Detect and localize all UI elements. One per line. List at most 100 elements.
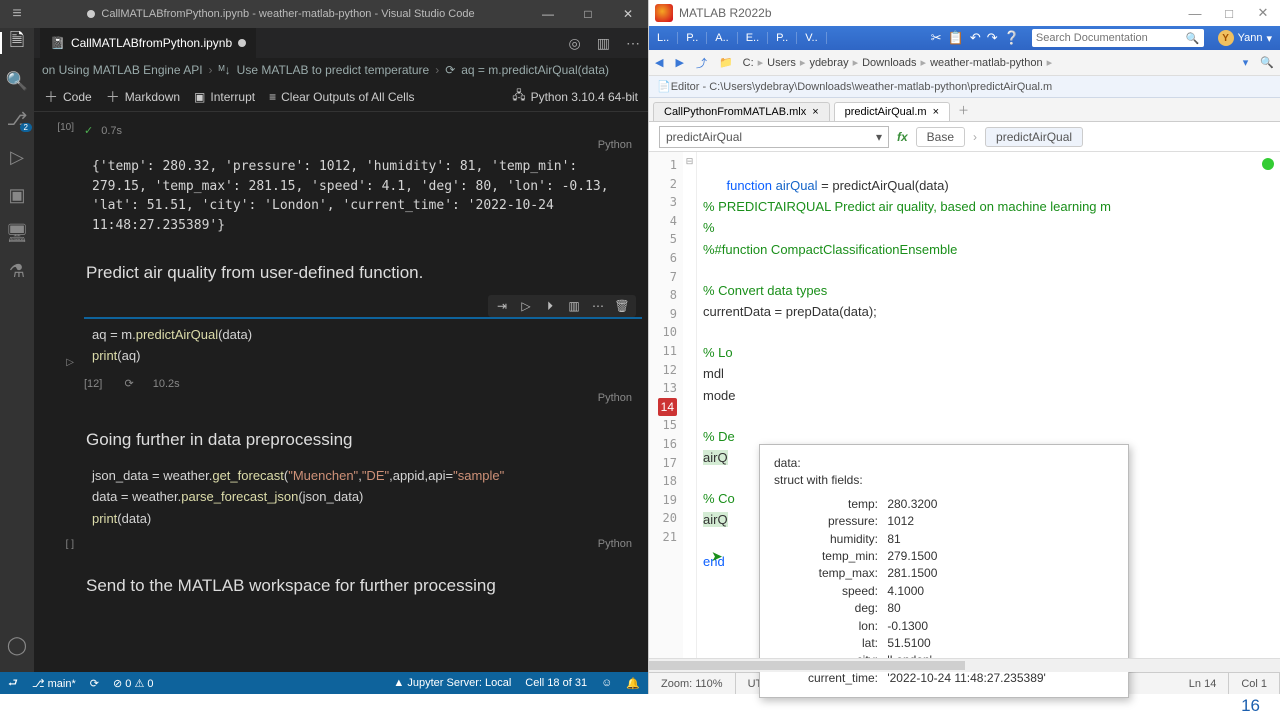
avatar: Y	[1218, 30, 1234, 46]
add-code-cell-button[interactable]: ＋Code	[44, 87, 92, 107]
ribbon-tab[interactable]: A..	[707, 32, 737, 44]
run-debug-icon[interactable]: ▷	[6, 146, 28, 168]
copy-icon[interactable]: 📋	[948, 30, 964, 46]
menu-icon[interactable]: ≡	[0, 5, 34, 23]
forward-icon[interactable]: ▶	[669, 56, 689, 69]
path-segment[interactable]: weather-matlab-python	[926, 57, 1047, 69]
minimize-icon[interactable]: ―	[1178, 6, 1212, 21]
sync-icon[interactable]: ⟳	[90, 677, 99, 690]
accounts-icon[interactable]: ◯	[6, 634, 28, 656]
notifications-icon[interactable]: 🔔	[626, 677, 640, 690]
chevron-right-icon: ▸	[1047, 56, 1053, 69]
new-tab-button[interactable]: ＋	[950, 99, 977, 121]
execute-above-icon[interactable]: ⏵	[542, 298, 558, 314]
execute-cell-icon[interactable]: ▷	[518, 298, 534, 314]
path-breadcrumb[interactable]: C: ▸ Users ▸ ydebray ▸ Downloads ▸ weath…	[739, 56, 1052, 69]
remote-indicator[interactable]: ⮐	[8, 674, 18, 693]
add-markdown-cell-button[interactable]: ＋Markdown	[106, 87, 180, 107]
dropdown-icon[interactable]: ▾	[1237, 56, 1255, 69]
ribbon-tab[interactable]: V..	[797, 32, 826, 44]
close-tab-icon[interactable]: ×	[933, 106, 939, 118]
stack-current[interactable]: predictAirQual	[985, 127, 1083, 147]
redo-icon[interactable]: ↷	[987, 30, 998, 46]
jupyter-server-status[interactable]: ▲ Jupyter Server: Local	[393, 677, 511, 689]
tab-notebook[interactable]: 📓 CallMATLABfromPython.ipynb	[40, 28, 256, 58]
tooltip-field: lat: 51.5100	[774, 635, 1114, 652]
maximize-icon[interactable]: □	[568, 7, 608, 21]
current-folder-bar[interactable]: ◀ ▶ ⤴ 📁 C: ▸ Users ▸ ydebray ▸ Downloads…	[649, 50, 1280, 76]
code-cell[interactable]: json_data = weather.get_forecast("Muench…	[40, 460, 642, 551]
split-editor-icon[interactable]: ▥	[589, 35, 618, 52]
up-icon[interactable]: ⤴	[690, 55, 713, 71]
search-input[interactable]	[1036, 32, 1186, 44]
doc-search[interactable]: 🔍	[1032, 29, 1204, 47]
code-editor[interactable]: json_data = weather.get_forecast("Muench…	[84, 460, 642, 535]
kernel-picker[interactable]: 🖧Python 3.10.4 64-bit	[512, 86, 638, 107]
back-icon[interactable]: ◀	[649, 56, 669, 69]
user-badge[interactable]: Y Yann▾	[1210, 30, 1280, 46]
ribbon-tab[interactable]: L..	[649, 32, 678, 44]
close-tab-icon[interactable]: ×	[812, 106, 818, 118]
help-icon[interactable]: ❔	[1004, 30, 1020, 46]
split-cell-icon[interactable]: ▥	[566, 298, 582, 314]
run-cell-icon[interactable]: ▷	[66, 357, 74, 368]
path-segment[interactable]: Users	[763, 57, 800, 69]
source-control-icon[interactable]: ⎇2	[6, 108, 28, 130]
run-target-icon[interactable]: ◎	[561, 35, 589, 52]
markdown-cell[interactable]: Send to the MATLAB workspace for further…	[34, 564, 648, 604]
path-segment[interactable]: C:	[739, 57, 758, 69]
problems-indicator[interactable]: ⊘ 0 ⚠ 0	[113, 677, 154, 690]
close-icon[interactable]: ✕	[608, 7, 648, 21]
tooltip-field: lon: -0.1300	[774, 618, 1114, 635]
ribbon-tab[interactable]: E..	[738, 32, 768, 44]
markdown-cell[interactable]: Going further in data preprocessing	[34, 418, 648, 458]
interrupt-button[interactable]: ▣Interrupt	[194, 90, 255, 104]
cell-action-bar: ⇥ ▷ ⏵ ▥ ⋯ 🗑	[488, 295, 636, 317]
path-segment[interactable]: ydebray	[805, 57, 852, 69]
breadcrumb[interactable]: on Using MATLAB Engine API› ᴹ↓Use MATLAB…	[34, 58, 648, 82]
tooltip-field: speed: 4.1000	[774, 583, 1114, 600]
cell-position[interactable]: Cell 18 of 31	[525, 677, 587, 689]
ribbon-tab[interactable]: P..	[678, 32, 707, 44]
maximize-icon[interactable]: □	[1212, 6, 1246, 21]
function-nav: predictAirQual▾ fx Base › predictAirQual	[649, 122, 1280, 152]
close-icon[interactable]: ✕	[1246, 5, 1280, 21]
tooltip-field: humidity: 81	[774, 531, 1114, 548]
tab-mlx[interactable]: CallPythonFromMATLAB.mlx×	[653, 102, 830, 121]
horizontal-scrollbar[interactable]	[649, 658, 1280, 672]
branch-indicator[interactable]: ⎇ main*	[32, 677, 76, 690]
path-segment[interactable]: Downloads	[858, 57, 920, 69]
fold-gutter[interactable]: ⊟	[683, 152, 697, 658]
code-cell-active[interactable]: ▷ ⇥ ▷ ⏵ ▥ ⋯ 🗑 aq = m.predictAirQual(data…	[40, 317, 642, 406]
cell-more-icon[interactable]: ⋯	[590, 298, 606, 314]
cut-icon[interactable]: ✂	[931, 30, 942, 46]
more-actions-icon[interactable]: ⋯	[618, 35, 648, 52]
search-icon[interactable]: 🔍	[6, 70, 28, 92]
search-icon[interactable]: 🔍	[1186, 32, 1200, 45]
testing-icon[interactable]: ⚗	[6, 260, 28, 282]
reload-icon[interactable]: ⟳	[124, 377, 133, 390]
ribbon-tab[interactable]: P..	[768, 32, 797, 44]
matlab-editor[interactable]: ➤ 123456789101112131415161718192021 ⊟ fu…	[649, 152, 1280, 658]
fx-icon[interactable]: fx	[897, 130, 908, 144]
explorer-icon[interactable]: 🗎	[6, 32, 28, 54]
stack-base[interactable]: Base	[916, 127, 965, 147]
code-editor[interactable]: aq = m.predictAirQual(data) print(aq)	[84, 317, 642, 373]
success-check-icon: ✓	[84, 124, 93, 137]
clear-outputs-button[interactable]: ≡Clear Outputs of All Cells	[269, 90, 414, 104]
function-combo[interactable]: predictAirQual▾	[659, 126, 889, 148]
markdown-cell[interactable]: Predict air quality from user-defined fu…	[34, 251, 648, 291]
feedback-icon[interactable]: ☺	[601, 677, 612, 689]
zoom-level[interactable]: Zoom: 110%	[649, 673, 736, 694]
extensions-icon[interactable]: ▣	[6, 184, 28, 206]
search-folder-icon[interactable]: 🔍	[1254, 56, 1280, 69]
delete-cell-icon[interactable]: 🗑	[614, 298, 630, 314]
folder-icon[interactable]: 📁	[713, 56, 739, 69]
run-by-line-icon[interactable]: ⇥	[494, 298, 510, 314]
undo-icon[interactable]: ↶	[970, 30, 981, 46]
remote-icon[interactable]: 🖥	[6, 222, 28, 244]
tab-m[interactable]: predictAirQual.m×	[834, 102, 950, 121]
notebook-area[interactable]: [10] ✓0.7s Python {'temp': 280.32, 'pres…	[34, 112, 648, 694]
breakpoint-icon[interactable]: 14	[658, 398, 677, 417]
minimize-icon[interactable]: ―	[528, 7, 568, 21]
